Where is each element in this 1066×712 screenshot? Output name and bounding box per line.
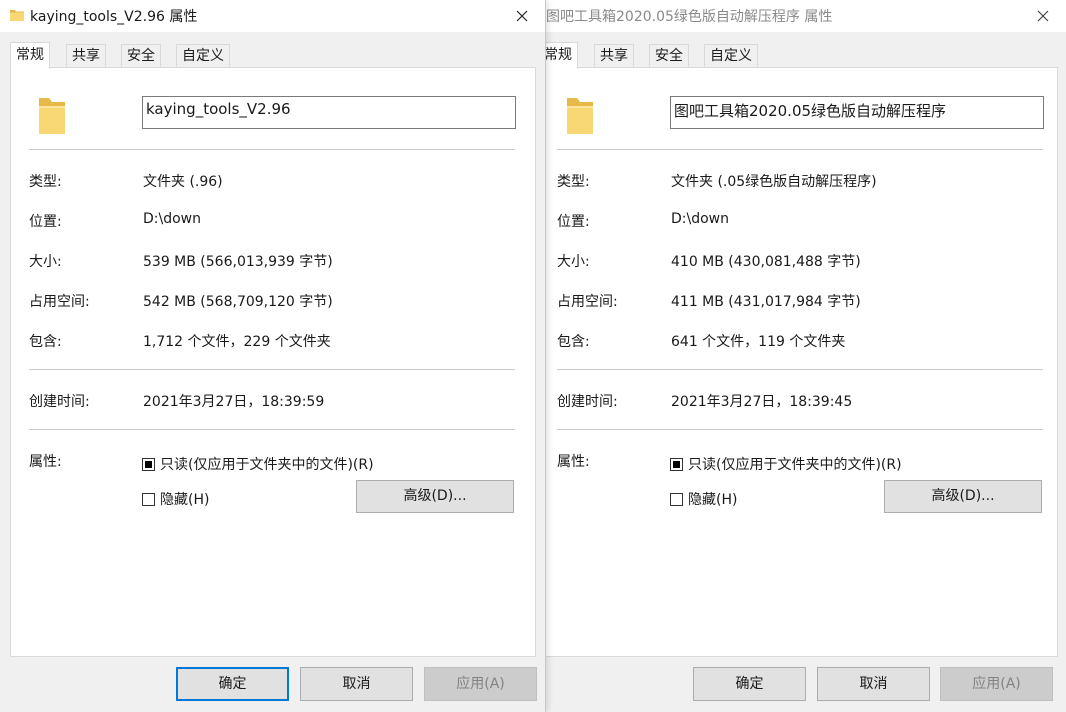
size-on-disk-label: 占用空间: [557, 294, 618, 310]
general-panel: kaying_tools_V2.96 类型: 文件夹 (.96) 位置: D:\… [10, 67, 536, 657]
created-value: 2021年3月27日，18:39:45 [671, 394, 853, 410]
tab-security[interactable]: 安全 [649, 44, 689, 68]
attributes-label: 属性: [557, 454, 590, 470]
checkbox-unchecked [142, 493, 155, 506]
general-panel: 图吧工具箱2020.05绿色版自动解压程序 类型: 文件夹 (.05绿色版自动解… [538, 67, 1058, 657]
size-on-disk-label: 占用空间: [29, 294, 90, 310]
location-label: 位置: [557, 214, 590, 230]
size-label: 大小: [29, 254, 62, 270]
contains-label: 包含: [557, 334, 590, 350]
created-label: 创建时间: [557, 394, 618, 410]
folder-name-input[interactable]: 图吧工具箱2020.05绿色版自动解压程序 [670, 96, 1044, 129]
tab-sharing[interactable]: 共享 [66, 44, 106, 68]
location-value: D:\down [143, 211, 201, 227]
window-title: kaying_tools_V2.96 属性 [30, 9, 198, 25]
separator [557, 149, 1043, 150]
close-icon [1037, 10, 1049, 22]
readonly-checkbox-label: 只读(仅应用于文件夹中的文件)(R) [160, 457, 374, 473]
hidden-checkbox[interactable]: 隐藏(H) [670, 489, 737, 509]
tab-sharing[interactable]: 共享 [594, 44, 634, 68]
title-bar[interactable]: kaying_tools_V2.96 属性 [0, 0, 545, 32]
size-on-disk-value: 411 MB (431,017,984 字节) [671, 294, 861, 310]
type-label: 类型: [29, 174, 62, 190]
properties-dialog-1: kaying_tools_V2.96 属性 常规 共享 安全 自定义 kayin… [0, 0, 546, 712]
readonly-checkbox[interactable]: 只读(仅应用于文件夹中的文件)(R) [142, 454, 374, 474]
window-title: 图吧工具箱2020.05绿色版自动解压程序 属性 [546, 9, 833, 25]
checkbox-unchecked [670, 493, 683, 506]
folder-icon [10, 10, 24, 21]
cancel-button[interactable]: 取消 [300, 667, 413, 701]
contains-value: 641 个文件，119 个文件夹 [671, 334, 846, 350]
readonly-checkbox-label: 只读(仅应用于文件夹中的文件)(R) [688, 457, 902, 473]
separator [29, 149, 515, 150]
ok-button[interactable]: 确定 [693, 667, 806, 701]
location-label: 位置: [29, 214, 62, 230]
folder-name-input[interactable]: kaying_tools_V2.96 [142, 96, 516, 129]
close-icon [516, 10, 528, 22]
separator [557, 369, 1043, 370]
type-label: 类型: [557, 174, 590, 190]
properties-dialog-2: 图吧工具箱2020.05绿色版自动解压程序 属性 常规 共享 安全 自定义 图吧… [538, 0, 1066, 712]
location-value: D:\down [671, 211, 729, 227]
folder-icon [39, 98, 65, 134]
hidden-checkbox-label: 隐藏(H) [688, 492, 738, 508]
size-value: 410 MB (430,081,488 字节) [671, 254, 861, 270]
tab-security[interactable]: 安全 [121, 44, 161, 68]
size-label: 大小: [557, 254, 590, 270]
tab-customize[interactable]: 自定义 [176, 44, 230, 68]
title-bar[interactable]: 图吧工具箱2020.05绿色版自动解压程序 属性 [545, 0, 1066, 32]
contains-label: 包含: [29, 334, 62, 350]
folder-icon [567, 98, 593, 134]
readonly-checkbox[interactable]: 只读(仅应用于文件夹中的文件)(R) [670, 454, 902, 474]
apply-button[interactable]: 应用(A) [940, 667, 1053, 701]
cancel-button[interactable]: 取消 [817, 667, 930, 701]
tab-customize[interactable]: 自定义 [704, 44, 758, 68]
separator [29, 429, 515, 430]
created-value: 2021年3月27日，18:39:59 [143, 394, 325, 410]
apply-button[interactable]: 应用(A) [424, 667, 537, 701]
advanced-button[interactable]: 高级(D)... [884, 480, 1042, 513]
tab-general[interactable]: 常规 [10, 42, 50, 69]
separator [557, 429, 1043, 430]
ok-button[interactable]: 确定 [176, 667, 289, 701]
size-on-disk-value: 542 MB (568,709,120 字节) [143, 294, 333, 310]
separator [29, 369, 515, 370]
advanced-button[interactable]: 高级(D)... [356, 480, 514, 513]
contains-value: 1,712 个文件，229 个文件夹 [143, 334, 331, 350]
close-button[interactable] [509, 4, 535, 28]
hidden-checkbox-label: 隐藏(H) [160, 492, 210, 508]
checkbox-indeterminate [142, 458, 155, 471]
checkbox-indeterminate [670, 458, 683, 471]
size-value: 539 MB (566,013,939 字节) [143, 254, 333, 270]
type-value: 文件夹 (.05绿色版自动解压程序) [671, 174, 877, 190]
created-label: 创建时间: [29, 394, 90, 410]
close-button[interactable] [1030, 4, 1056, 28]
type-value: 文件夹 (.96) [143, 174, 223, 190]
hidden-checkbox[interactable]: 隐藏(H) [142, 489, 209, 509]
attributes-label: 属性: [29, 454, 62, 470]
